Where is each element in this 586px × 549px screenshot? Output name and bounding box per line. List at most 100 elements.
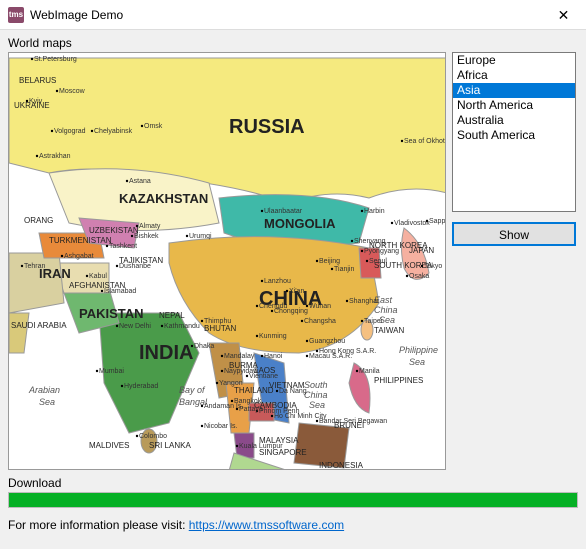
window-title: WebImage Demo: [30, 8, 123, 22]
svg-text:Kathmandu: Kathmandu: [164, 323, 200, 330]
svg-text:Mumbai: Mumbai: [99, 368, 124, 375]
svg-text:China: China: [304, 390, 328, 400]
region-item[interactable]: South America: [453, 128, 575, 143]
svg-text:Ulaanbaatar: Ulaanbaatar: [264, 208, 303, 215]
svg-text:Pattaya: Pattaya: [239, 406, 263, 413]
svg-text:Sea of Okhotsk: Sea of Okhotsk: [404, 138, 446, 145]
svg-text:Pyongyang: Pyongyang: [364, 248, 399, 255]
svg-text:Moscow: Moscow: [59, 88, 86, 95]
svg-text:Manila: Manila: [359, 368, 380, 375]
svg-text:Sea: Sea: [309, 400, 325, 410]
svg-text:Seoul: Seoul: [369, 258, 387, 265]
svg-text:Naypyidaw: Naypyidaw: [224, 368, 259, 375]
footer-text: For more information please visit: https…: [8, 518, 578, 532]
close-button[interactable]: ✕: [541, 0, 586, 30]
svg-text:Yangon: Yangon: [219, 380, 243, 387]
svg-text:Arabian: Arabian: [28, 385, 60, 395]
svg-text:INDIA: INDIA: [139, 342, 193, 364]
svg-text:Urumqi: Urumqi: [189, 233, 212, 240]
svg-text:Kuala Lumpur: Kuala Lumpur: [239, 443, 283, 450]
svg-text:Chelyabinsk: Chelyabinsk: [94, 128, 133, 135]
svg-text:Macau S.A.R.: Macau S.A.R.: [309, 353, 352, 360]
svg-text:Almaty: Almaty: [139, 223, 161, 230]
svg-text:Changsha: Changsha: [304, 318, 336, 325]
svg-text:Bandar Seri Begawan: Bandar Seri Begawan: [319, 418, 387, 425]
svg-text:INDONESIA: INDONESIA: [319, 461, 364, 470]
svg-text:ORANG: ORANG: [24, 216, 53, 225]
svg-text:Guangzhou: Guangzhou: [309, 338, 345, 345]
region-listbox[interactable]: EuropeAfricaAsiaNorth AmericaAustraliaSo…: [452, 52, 576, 212]
svg-text:Kyiv: Kyiv: [29, 98, 43, 105]
svg-text:Beijing: Beijing: [319, 258, 340, 265]
svg-text:Ashgabat: Ashgabat: [64, 253, 94, 260]
svg-text:Philippine: Philippine: [399, 345, 438, 355]
svg-text:Colombo: Colombo: [139, 433, 167, 440]
close-icon: ✕: [558, 7, 570, 24]
svg-text:Tianjin: Tianjin: [334, 266, 354, 273]
svg-text:Bishkek: Bishkek: [134, 233, 159, 240]
svg-text:Kabul: Kabul: [89, 273, 107, 280]
map-image: RUSSIACHINAINDIAKAZAKHSTANMONGOLIAIRANPA…: [8, 52, 446, 470]
svg-text:Xi'an: Xi'an: [289, 288, 304, 295]
svg-text:Shenyang: Shenyang: [354, 238, 386, 245]
svg-text:Vladivostok: Vladivostok: [394, 220, 430, 227]
svg-text:MALDIVES: MALDIVES: [89, 441, 129, 450]
svg-text:BHUTAN: BHUTAN: [204, 324, 237, 333]
svg-text:TAIWAN: TAIWAN: [374, 326, 404, 335]
svg-text:Hyderabad: Hyderabad: [124, 383, 158, 390]
svg-text:Sea: Sea: [39, 397, 55, 407]
svg-text:Kunming: Kunming: [259, 333, 287, 340]
svg-text:SAUDI ARABIA: SAUDI ARABIA: [11, 321, 67, 330]
svg-text:South: South: [304, 380, 328, 390]
svg-text:Dhaka: Dhaka: [194, 343, 214, 350]
svg-text:Astrakhan: Astrakhan: [39, 153, 71, 160]
svg-text:Sapporo: Sapporo: [429, 218, 446, 225]
svg-text:St.Petersburg: St.Petersburg: [34, 56, 77, 63]
svg-text:Osaka: Osaka: [409, 273, 429, 280]
region-item[interactable]: Australia: [453, 113, 575, 128]
svg-text:RUSSIA: RUSSIA: [229, 116, 305, 138]
download-progressbar: [8, 492, 578, 508]
svg-text:Islamabad: Islamabad: [104, 288, 136, 295]
svg-text:KAZAKHSTAN: KAZAKHSTAN: [119, 191, 208, 206]
svg-text:UZBEKISTAN: UZBEKISTAN: [89, 226, 139, 235]
svg-text:Chengdu: Chengdu: [259, 303, 288, 310]
svg-text:Astana: Astana: [129, 178, 151, 185]
svg-text:Lanzhou: Lanzhou: [264, 278, 291, 285]
window-titlebar: tms WebImage Demo ✕: [0, 0, 586, 30]
svg-text:SRI LANKA: SRI LANKA: [149, 441, 191, 450]
svg-text:PHILIPPINES: PHILIPPINES: [374, 376, 423, 385]
svg-text:Dushanbe: Dushanbe: [119, 263, 151, 270]
footer-link[interactable]: https://www.tmssoftware.com: [189, 518, 344, 532]
show-button[interactable]: Show: [452, 222, 576, 246]
svg-text:Da Nang: Da Nang: [279, 388, 307, 395]
svg-text:Wuhan: Wuhan: [309, 303, 331, 310]
svg-text:Tokyo: Tokyo: [424, 263, 442, 270]
svg-text:NEPAL: NEPAL: [159, 311, 185, 320]
svg-text:MONGOLIA: MONGOLIA: [264, 216, 336, 231]
svg-text:Tashkent: Tashkent: [109, 243, 137, 250]
svg-text:Taipei: Taipei: [364, 318, 383, 325]
region-item[interactable]: Africa: [453, 68, 575, 83]
svg-text:Harbin: Harbin: [364, 208, 385, 215]
svg-text:THAILAND: THAILAND: [234, 386, 274, 395]
svg-text:Nicobar Is.: Nicobar Is.: [204, 423, 238, 430]
download-label: Download: [8, 476, 578, 490]
progress-fill: [9, 493, 577, 507]
svg-text:Omsk: Omsk: [144, 123, 163, 130]
svg-text:Tehran: Tehran: [24, 263, 46, 270]
region-item[interactable]: North America: [453, 98, 575, 113]
footer-prefix: For more information please visit:: [8, 518, 189, 532]
svg-text:TURKMENISTAN: TURKMENISTAN: [49, 236, 112, 245]
svg-text:Volgograd: Volgograd: [54, 128, 86, 135]
svg-text:PAKISTAN: PAKISTAN: [79, 306, 144, 321]
svg-text:Mandalay: Mandalay: [224, 353, 255, 360]
svg-text:New Delhi: New Delhi: [119, 323, 151, 330]
region-item[interactable]: Europe: [453, 53, 575, 68]
svg-text:Bay of: Bay of: [179, 385, 206, 395]
svg-text:BELARUS: BELARUS: [19, 76, 56, 85]
region-item[interactable]: Asia: [453, 83, 575, 98]
svg-text:Sea: Sea: [409, 357, 425, 367]
svg-text:Thimphu: Thimphu: [204, 318, 231, 325]
svg-text:China: China: [374, 305, 398, 315]
